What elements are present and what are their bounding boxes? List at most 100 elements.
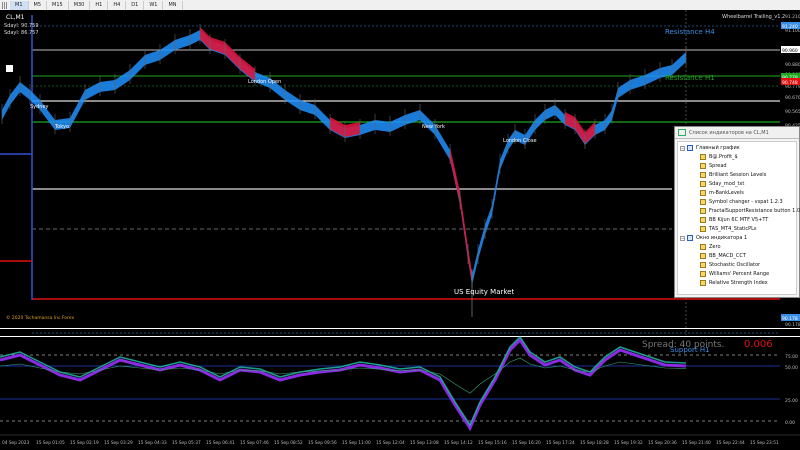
toolbar-grip[interactable] [2, 1, 8, 9]
time-axis-label: 15 Sep 20:36 [648, 440, 677, 446]
price-axis-label: 90.670 [785, 95, 800, 101]
time-axis-label: 15 Sep 17:24 [546, 440, 575, 446]
price-tag-white: 90.960 [782, 48, 798, 54]
tree-item-main-3[interactable]: Sday_mod_txt [700, 180, 744, 188]
tree-item-sub-1[interactable]: BB_MACD_CCT [700, 252, 746, 260]
time-axis-label: 15 Sep 04:33 [138, 440, 167, 446]
indicator-icon [700, 262, 706, 268]
spread-label: Spread: 40 points. [642, 340, 724, 350]
time-axis-label: 15 Sep 01:05 [36, 440, 65, 446]
tree-sub-window[interactable]: − Окно индикатора 1 [680, 234, 747, 242]
london-label: London Close [503, 138, 537, 144]
tree-item-main-2[interactable]: Brilliant Session Levels [700, 171, 766, 179]
tree-item-main-7[interactable]: BB Kijun 6C MTF V5+TT [700, 216, 768, 224]
tree-item-label: Symbol changer - vspat 1.2.3 [709, 199, 783, 205]
time-axis-label: 15 Sep 23:51 [750, 440, 779, 446]
tree-item-label: Williams' Percent Range [709, 271, 770, 277]
resistance-h1-label: Resistance H1 [665, 74, 715, 82]
tree-item-label: Окно индикатора 1 [696, 235, 748, 241]
tree-item-label: m-BankLevels [709, 190, 744, 196]
indicators-window-title: Список индикаторов на CL,M1 [689, 129, 769, 136]
tree-item-label: FractalSupportResistance button 1.05 [709, 208, 800, 214]
tree-item-label: B@.Profit_$ [709, 154, 738, 160]
indicator-icon [700, 271, 706, 277]
subwindow-divider-bottom [0, 336, 800, 337]
chart-checkbox[interactable] [6, 65, 13, 72]
time-axis-label: 15 Sep 07:46 [240, 440, 269, 446]
info-line-2: Sdayl: 86.757 [4, 30, 39, 36]
copyright-label: © 2020 Tschamansa Inc.Forex [6, 314, 74, 321]
tree-item-label: TAS_MT4_StaticPLs [709, 226, 757, 232]
time-axis-label: 15 Sep 21:40 [682, 440, 711, 446]
collapse-toggle-icon[interactable]: − [680, 145, 685, 151]
timeframe-h4-button[interactable]: H4 [108, 0, 127, 10]
tree-main-chart[interactable]: − Главный график [680, 144, 740, 152]
tree-item-label: BB Kijun 6C MTF V5+TT [709, 217, 769, 223]
price-axis-label: 91.210 [785, 14, 800, 20]
tree-item-label: Главный график [696, 145, 740, 151]
timeframe-m15-button[interactable]: M15 [47, 0, 69, 10]
subwindow-divider-top [0, 328, 800, 329]
tree-item-sub-4[interactable]: Relative Strength Index [700, 279, 768, 287]
timeframe-h1-button[interactable]: H1 [90, 0, 109, 10]
indicator-icon [700, 208, 706, 214]
symbol-label: CL,M1 [6, 14, 25, 21]
tree-item-main-8[interactable]: TAS_MT4_StaticPLs [700, 225, 757, 233]
timeframe-m1-button[interactable]: M1 [10, 0, 29, 10]
tree-item-label: Stochastic Oscillator [709, 262, 761, 268]
timeframe-mn-button[interactable]: MN [163, 0, 183, 10]
tree-item-main-6[interactable]: FractalSupportResistance button 1.05 [700, 207, 800, 215]
timeframe-w1-button[interactable]: W1 [144, 0, 164, 10]
window-folder-icon [687, 145, 693, 151]
timeframe-m5-button[interactable]: M5 [29, 0, 47, 10]
osc-axis-label: 50.00 [785, 365, 798, 371]
tree-item-sub-0[interactable]: Zero [700, 243, 721, 251]
indicator-icon [700, 217, 706, 223]
tree-item-main-1[interactable]: Spread [700, 162, 727, 170]
indicator-icon [700, 280, 706, 286]
tree-item-main-5[interactable]: Symbol changer - vspat 1.2.3 [700, 198, 783, 206]
tree-item-main-0[interactable]: B@.Profit_$ [700, 153, 738, 161]
time-axis-label: 15 Sep 16:20 [512, 440, 541, 446]
info-line-1: Sdayl: 90.759 [4, 23, 39, 29]
window-folder-icon [687, 235, 693, 241]
tree-item-sub-3[interactable]: Williams' Percent Range [700, 270, 769, 278]
collapse-toggle-icon[interactable]: − [680, 235, 685, 241]
time-axis-label: 15 Sep 09:56 [308, 440, 337, 446]
osc-axis-label: 75.00 [785, 354, 798, 360]
time-axis-label: 15 Sep 13:08 [410, 440, 439, 446]
tokyo-label: Tokyo [54, 124, 69, 130]
timeframe-d1-button[interactable]: D1 [126, 0, 145, 10]
price-tag-blue_bottom: 90.178 [782, 316, 798, 322]
tree-item-sub-2[interactable]: Stochastic Oscillator [700, 261, 760, 269]
time-axis-label: 15 Sep 05:37 [172, 440, 201, 446]
time-axis-label: 15 Sep 18:28 [580, 440, 609, 446]
indicator-icon [700, 181, 706, 187]
osc-axis-label: 25.00 [785, 398, 798, 404]
window-icon [678, 129, 686, 136]
time-axis-label: 15 Sep 03:29 [104, 440, 133, 446]
osc-axis-label: 0.00 [785, 420, 795, 426]
indicators-list-window[interactable]: Список индикаторов на CL,M1 − Главный гра… [674, 126, 800, 298]
indicator-icon [700, 199, 706, 205]
time-axis-label: 15 Sep 12:04 [376, 440, 405, 446]
indicator-icon [700, 172, 706, 178]
time-axis-label: 15 Sep 11:00 [342, 440, 371, 446]
price-axis-label: 90.178 [785, 322, 800, 328]
indicator-icon [700, 244, 706, 250]
indicator-icon [700, 154, 706, 160]
indicators-tree[interactable]: − Главный график B@.Profit_$ Spread Brillian… [677, 141, 800, 295]
indicators-window-titlebar[interactable]: Список индикаторов на CL,M1 [675, 127, 799, 139]
price-axis-label: 90.565 [785, 109, 800, 115]
indicator-icon [700, 226, 706, 232]
time-axis-label: 15 Sep 19:32 [614, 440, 643, 446]
timeframe-m30-button[interactable]: M30 [69, 0, 91, 10]
tree-item-label: BB_MACD_CCT [709, 253, 746, 259]
spread-value: 0.006 [744, 339, 773, 350]
indicator-icon [700, 253, 706, 259]
tree-item-label: Spread [709, 163, 727, 169]
tree-item-main-4[interactable]: m-BankLevels [700, 189, 744, 197]
time-axis-label: 04 Sep 2023 [2, 440, 29, 446]
tree-item-label: Brilliant Session Levels [709, 172, 767, 178]
price-axis-label: 90.880 [785, 62, 800, 68]
